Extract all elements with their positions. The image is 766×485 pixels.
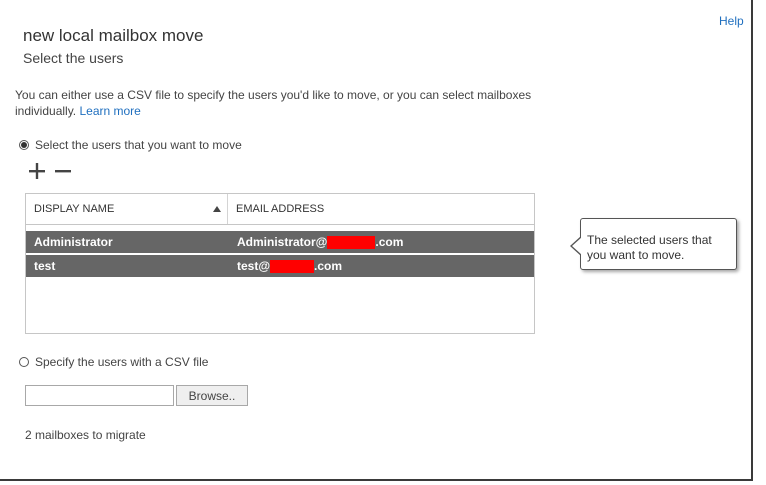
tooltip-text: The selected users that you want to move… <box>587 233 712 262</box>
column-display-name[interactable]: DISPLAY NAME <box>26 194 228 224</box>
help-link[interactable]: Help <box>719 14 744 28</box>
redaction-block <box>327 235 376 249</box>
radio-csv-file[interactable] <box>19 357 29 367</box>
table-row[interactable]: test test@ .com <box>26 255 534 277</box>
radio-select-users[interactable] <box>19 140 29 150</box>
redaction-block <box>270 259 315 273</box>
row-display-name: test <box>34 259 56 273</box>
column-display-name-label: DISPLAY NAME <box>34 203 115 215</box>
intro-text: You can either use a CSV file to specify… <box>15 87 535 119</box>
option-select-users[interactable]: Select the users that you want to move <box>19 138 242 152</box>
option-csv-file[interactable]: Specify the users with a CSV file <box>19 355 208 369</box>
email-prefix: test@ <box>237 259 271 273</box>
browse-button[interactable]: Browse.. <box>176 385 248 406</box>
page-subtitle: Select the users <box>23 50 124 66</box>
email-suffix: .com <box>375 235 404 249</box>
tooltip-tail-fill <box>572 237 582 255</box>
users-grid: DISPLAY NAME EMAIL ADDRESS Administrator… <box>25 193 535 334</box>
sort-ascending-icon <box>213 206 221 212</box>
column-email-address-label: EMAIL ADDRESS <box>236 203 325 215</box>
option-select-users-label: Select the users that you want to move <box>35 138 242 152</box>
radio-selected-dot <box>21 142 27 148</box>
page-title: new local mailbox move <box>23 26 204 45</box>
row-display-name: Administrator <box>34 235 113 249</box>
email-prefix: Administrator@ <box>237 235 328 249</box>
learn-more-link[interactable]: Learn more <box>79 104 140 118</box>
grid-header: DISPLAY NAME EMAIL ADDRESS <box>26 194 534 225</box>
mailbox-count: 2 mailboxes to migrate <box>25 428 146 442</box>
selection-tooltip: The selected users that you want to move… <box>570 218 737 270</box>
csv-file-path-input[interactable] <box>25 385 174 406</box>
minus-icon[interactable] <box>54 162 72 180</box>
email-suffix: .com <box>314 259 343 273</box>
plus-icon[interactable] <box>28 162 46 180</box>
row-email: test@ .com <box>228 259 534 273</box>
grid-toolbar <box>28 162 72 180</box>
column-email-address[interactable]: EMAIL ADDRESS <box>228 194 534 224</box>
option-csv-file-label: Specify the users with a CSV file <box>35 355 209 369</box>
table-row[interactable]: Administrator Administrator@ .com <box>26 231 534 253</box>
row-email: Administrator@ .com <box>228 235 534 249</box>
